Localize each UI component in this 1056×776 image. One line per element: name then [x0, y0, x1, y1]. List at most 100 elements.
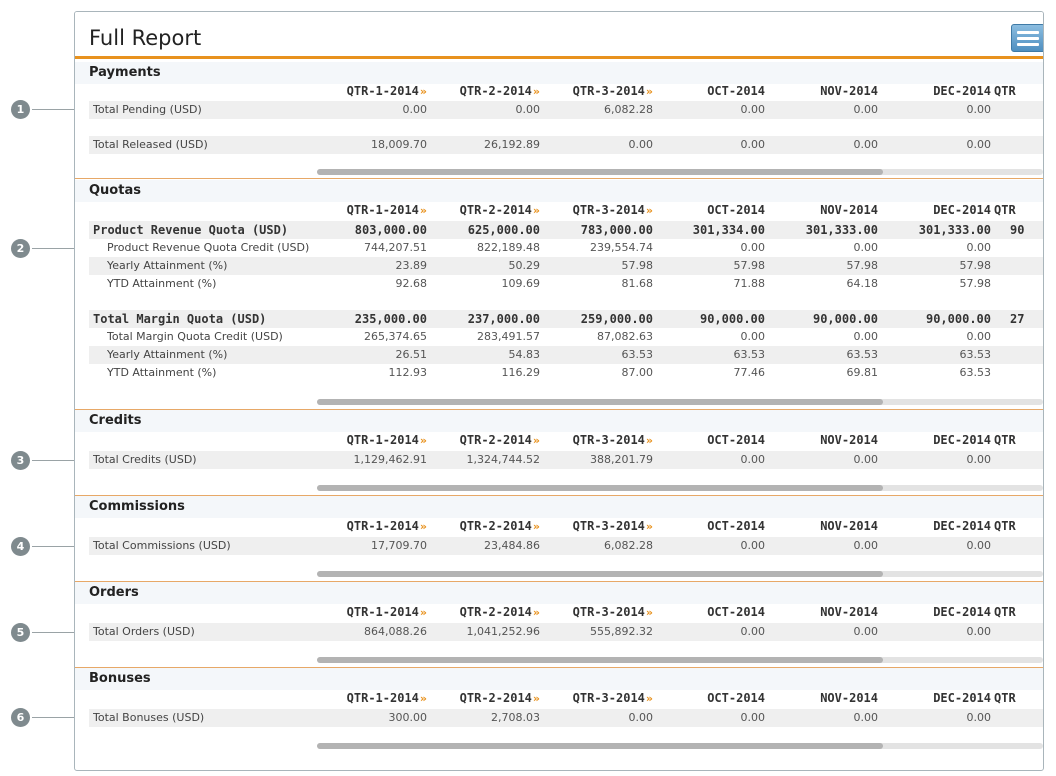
table-cell: 57.98 — [882, 257, 997, 275]
scrollbar-thumb[interactable] — [317, 657, 883, 663]
column-header: QTR — [994, 691, 1043, 707]
table-cell: 0.00 — [882, 136, 997, 154]
table-cell: 0.00 — [317, 101, 433, 119]
row-label: Total Credits (USD) — [93, 453, 197, 466]
drill-down-chevron-icon[interactable]: » — [646, 434, 653, 447]
drill-down-chevron-icon[interactable]: » — [646, 85, 653, 98]
table-cell: 0.00 — [769, 101, 884, 119]
table-cell: 0.00 — [853, 241, 879, 254]
column-header-label: QTR — [994, 519, 1016, 533]
column-header[interactable]: QTR-1-2014» — [317, 605, 427, 621]
column-header[interactable]: QTR-3-2014» — [543, 691, 653, 707]
table-cell: 63.53 — [959, 366, 992, 379]
column-header: DEC-2014 — [882, 84, 991, 100]
column-header[interactable]: QTR-3-2014» — [543, 203, 653, 219]
horizontal-scrollbar[interactable] — [317, 571, 1043, 577]
column-header-label: OCT-2014 — [707, 84, 765, 98]
scrollbar-thumb[interactable] — [317, 485, 883, 491]
table-cell: 23.89 — [317, 257, 433, 275]
drill-down-chevron-icon[interactable]: » — [646, 692, 653, 705]
horizontal-scrollbar[interactable] — [317, 399, 1043, 405]
scrollbar-thumb[interactable] — [317, 169, 883, 175]
column-header[interactable]: QTR-2-2014» — [430, 519, 540, 535]
drill-down-chevron-icon[interactable]: » — [533, 606, 540, 619]
column-header: QTR — [994, 433, 1043, 449]
column-header[interactable]: QTR-2-2014» — [430, 605, 540, 621]
callout-number: 2 — [11, 238, 30, 258]
column-header[interactable]: QTR-1-2014» — [317, 433, 427, 449]
row-label: Yearly Attainment (%) — [107, 259, 228, 272]
table-cell: 0.00 — [882, 101, 997, 119]
menu-button[interactable] — [1011, 24, 1043, 52]
horizontal-scrollbar[interactable] — [317, 743, 1043, 749]
table-cell: 0.00 — [882, 451, 997, 469]
table-cell — [994, 257, 1043, 275]
column-header[interactable]: QTR-3-2014» — [543, 605, 653, 621]
table-cell: 283,491.57 — [477, 330, 540, 343]
column-header[interactable]: QTR-3-2014» — [543, 433, 653, 449]
drill-down-chevron-icon[interactable]: » — [646, 606, 653, 619]
commissions-section: Commissions QTR-1-2014» QTR-2-2014» QTR-3-2… — [75, 496, 1043, 582]
table-cell — [994, 364, 1043, 382]
column-header-label: NOV-2014 — [820, 605, 878, 619]
drill-down-chevron-icon[interactable]: » — [420, 85, 427, 98]
column-header[interactable]: QTR-1-2014» — [317, 691, 427, 707]
drill-down-chevron-icon[interactable]: » — [533, 434, 540, 447]
drill-down-chevron-icon[interactable]: » — [646, 204, 653, 217]
quotas-section: Quotas QTR-1-2014» QTR-2-2014» QTR-3-2014» O… — [75, 180, 1043, 410]
table-cell: 81.68 — [621, 277, 654, 290]
table-cell: 625,000.00 — [430, 221, 546, 239]
table-row: Total Pending (USD) 0.00 0.00 6,082.28 0.00 0… — [75, 101, 1043, 119]
column-header[interactable]: QTR-2-2014» — [430, 433, 540, 449]
drill-down-chevron-icon[interactable]: » — [533, 85, 540, 98]
column-header[interactable]: QTR-2-2014» — [430, 203, 540, 219]
scrollbar-thumb[interactable] — [317, 571, 883, 577]
column-header-label: NOV-2014 — [820, 691, 878, 705]
drill-down-chevron-icon[interactable]: » — [420, 606, 427, 619]
horizontal-scrollbar[interactable] — [317, 657, 1043, 663]
column-header[interactable]: QTR-2-2014» — [430, 84, 540, 100]
drill-down-chevron-icon[interactable]: » — [420, 520, 427, 533]
table-cell: 0.00 — [656, 537, 771, 555]
table-cell: 555,892.32 — [543, 623, 659, 641]
scrollbar-thumb[interactable] — [317, 399, 883, 405]
drill-down-chevron-icon[interactable]: » — [420, 434, 427, 447]
table-cell: 783,000.00 — [543, 221, 659, 239]
scrollbar-thumb[interactable] — [317, 743, 883, 749]
column-header-label: DEC-2014 — [933, 203, 991, 217]
drill-down-chevron-icon[interactable]: » — [646, 520, 653, 533]
table-cell: 63.53 — [656, 346, 771, 364]
drill-down-chevron-icon[interactable]: » — [420, 692, 427, 705]
column-header[interactable]: QTR-3-2014» — [543, 519, 653, 535]
column-header[interactable]: QTR-3-2014» — [543, 84, 653, 100]
horizontal-scrollbar[interactable] — [317, 485, 1043, 491]
column-header[interactable]: QTR-2-2014» — [430, 691, 540, 707]
column-header-label: QTR — [994, 203, 1016, 217]
drill-down-chevron-icon[interactable]: » — [533, 204, 540, 217]
callout-number: 6 — [11, 707, 30, 727]
table-cell — [994, 328, 1043, 346]
drill-down-chevron-icon[interactable]: » — [533, 692, 540, 705]
horizontal-scrollbar[interactable] — [317, 169, 1043, 175]
column-header: NOV-2014 — [769, 203, 878, 219]
column-header: NOV-2014 — [769, 691, 878, 707]
drill-down-chevron-icon[interactable]: » — [533, 520, 540, 533]
drill-down-chevron-icon[interactable]: » — [420, 204, 427, 217]
table-cell: 0.00 — [656, 623, 771, 641]
table-cell: 27 — [994, 310, 1043, 328]
table-cell: 0.00 — [656, 101, 771, 119]
column-header: OCT-2014 — [656, 84, 765, 100]
column-header: OCT-2014 — [656, 691, 765, 707]
column-header-label: DEC-2014 — [933, 84, 991, 98]
column-header[interactable]: QTR-1-2014» — [317, 203, 427, 219]
section-header-band — [75, 496, 1043, 518]
row-label: YTD Attainment (%) — [107, 277, 217, 290]
callout-number: 5 — [11, 622, 30, 642]
table-cell: 6,082.28 — [543, 537, 659, 555]
section-title: Payments — [89, 65, 161, 80]
column-header[interactable]: QTR-1-2014» — [317, 84, 427, 100]
table-cell: 235,000.00 — [317, 310, 433, 328]
table-row: Total Margin Quota (USD) 235,000.00 237,00… — [75, 310, 1043, 328]
section-header-band — [75, 668, 1043, 690]
column-header[interactable]: QTR-1-2014» — [317, 519, 427, 535]
